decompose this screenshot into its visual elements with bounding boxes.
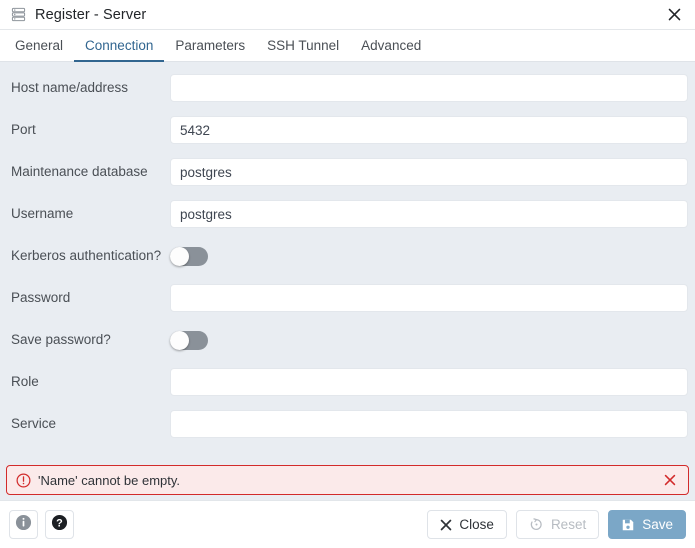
footer-left-actions: ? bbox=[9, 510, 74, 539]
close-icon bbox=[440, 519, 452, 531]
button-label: Close bbox=[459, 517, 494, 532]
password-input[interactable] bbox=[170, 284, 688, 312]
field-control bbox=[170, 158, 688, 186]
alert-container: 'Name' cannot be empty. bbox=[0, 465, 695, 500]
role-input[interactable] bbox=[170, 368, 688, 396]
save-password-toggle[interactable] bbox=[170, 331, 208, 350]
svg-text:?: ? bbox=[56, 517, 63, 529]
field-label: Username bbox=[0, 206, 170, 222]
connection-form: Host name/address Port Maintenance datab… bbox=[0, 62, 695, 465]
tab-label: Connection bbox=[85, 38, 153, 53]
info-circle-icon bbox=[15, 514, 32, 536]
help-button[interactable]: ? bbox=[45, 510, 74, 539]
undo-icon bbox=[529, 517, 544, 532]
kerberos-authentication-toggle[interactable] bbox=[170, 247, 208, 266]
server-stack-icon bbox=[10, 7, 26, 23]
field-row-password: Password bbox=[0, 277, 695, 319]
field-label: Maintenance database bbox=[0, 164, 170, 180]
field-row-kerberos-authentication: Kerberos authentication? bbox=[0, 235, 695, 277]
field-row-username: Username bbox=[0, 193, 695, 235]
field-label: Kerberos authentication? bbox=[0, 248, 170, 264]
field-label: Save password? bbox=[0, 332, 170, 348]
field-row-role: Role bbox=[0, 361, 695, 403]
field-control bbox=[170, 368, 688, 396]
footer-right-actions: Close Reset bbox=[427, 510, 686, 539]
field-row-maintenance-database: Maintenance database bbox=[0, 151, 695, 193]
dialog-title: Register - Server bbox=[35, 7, 146, 23]
field-row-service: Service bbox=[0, 403, 695, 445]
maintenance-database-input[interactable] bbox=[170, 158, 688, 186]
field-control bbox=[170, 331, 688, 350]
tab-label: General bbox=[15, 38, 63, 53]
error-alert: 'Name' cannot be empty. bbox=[6, 465, 689, 495]
field-row-host-name-address: Host name/address bbox=[0, 67, 695, 109]
toggle-knob bbox=[170, 331, 189, 350]
dialog-titlebar: Register - Server bbox=[0, 0, 695, 30]
tab-ssh-tunnel[interactable]: SSH Tunnel bbox=[256, 30, 350, 62]
field-control bbox=[170, 74, 688, 102]
port-input[interactable] bbox=[170, 116, 688, 144]
field-control bbox=[170, 247, 688, 266]
host-name-address-input[interactable] bbox=[170, 74, 688, 102]
tab-parameters[interactable]: Parameters bbox=[164, 30, 256, 62]
button-label: Reset bbox=[551, 517, 586, 532]
reset-button[interactable]: Reset bbox=[516, 510, 599, 539]
tab-label: SSH Tunnel bbox=[267, 38, 339, 53]
field-label: Role bbox=[0, 374, 170, 390]
field-control bbox=[170, 116, 688, 144]
toggle-knob bbox=[170, 247, 189, 266]
field-row-port: Port bbox=[0, 109, 695, 151]
save-button[interactable]: Save bbox=[608, 510, 686, 539]
field-control bbox=[170, 410, 688, 438]
close-icon[interactable] bbox=[663, 4, 685, 26]
tab-label: Parameters bbox=[175, 38, 245, 53]
error-message: 'Name' cannot be empty. bbox=[38, 473, 662, 488]
tab-connection[interactable]: Connection bbox=[74, 30, 164, 62]
dialog-tabs: General Connection Parameters SSH Tunnel… bbox=[0, 30, 695, 62]
tab-advanced[interactable]: Advanced bbox=[350, 30, 432, 62]
field-label: Service bbox=[0, 416, 170, 432]
register-server-dialog: Register - Server General Connection Par… bbox=[0, 0, 695, 548]
field-row-save-password: Save password? bbox=[0, 319, 695, 361]
field-label: Port bbox=[0, 122, 170, 138]
question-circle-icon: ? bbox=[51, 514, 68, 536]
service-input[interactable] bbox=[170, 410, 688, 438]
tab-label: Advanced bbox=[361, 38, 421, 53]
save-floppy-icon bbox=[621, 518, 635, 532]
alert-close-icon[interactable] bbox=[662, 472, 678, 488]
button-label: Save bbox=[642, 517, 673, 532]
field-control bbox=[170, 284, 688, 312]
dialog-footer: ? Close bbox=[0, 500, 695, 548]
username-input[interactable] bbox=[170, 200, 688, 228]
field-label: Host name/address bbox=[0, 80, 170, 96]
field-control bbox=[170, 200, 688, 228]
field-label: Password bbox=[0, 290, 170, 306]
error-circle-icon bbox=[15, 472, 31, 488]
tab-general[interactable]: General bbox=[4, 30, 74, 62]
info-button[interactable] bbox=[9, 510, 38, 539]
close-button[interactable]: Close bbox=[427, 510, 507, 539]
